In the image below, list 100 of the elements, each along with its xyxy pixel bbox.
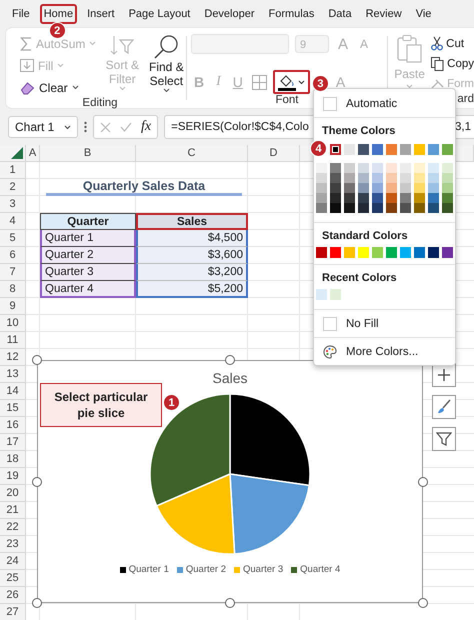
- color-swatch[interactable]: [442, 183, 453, 193]
- color-swatch[interactable]: [442, 163, 453, 173]
- color-swatch[interactable]: [414, 173, 425, 183]
- ribbon-small-button[interactable]: Clear: [18, 78, 98, 97]
- insert-function-button[interactable]: fx: [141, 119, 152, 135]
- pie-slice[interactable]: [149, 393, 231, 507]
- fill-color-button[interactable]: [272, 70, 310, 94]
- formula-text[interactable]: =SERIES(Color!$C$4,Colo: [171, 121, 309, 133]
- row-header[interactable]: 20: [0, 485, 26, 502]
- color-swatch[interactable]: [344, 163, 355, 173]
- row-header[interactable]: 6: [0, 247, 26, 264]
- row-header[interactable]: 11: [0, 332, 26, 349]
- row-header[interactable]: 15: [0, 400, 26, 417]
- enter-icon[interactable]: [120, 122, 132, 132]
- menu-tab[interactable]: File: [8, 4, 34, 24]
- color-swatch[interactable]: [400, 203, 411, 213]
- column-header[interactable]: D: [248, 145, 300, 162]
- row-header[interactable]: 22: [0, 519, 26, 536]
- menu-tab[interactable]: Developer: [200, 4, 259, 24]
- color-swatch[interactable]: [414, 163, 425, 173]
- row-header[interactable]: 9: [0, 298, 26, 315]
- color-swatch[interactable]: [428, 163, 439, 173]
- color-swatch[interactable]: [400, 144, 411, 155]
- row-header[interactable]: 4: [0, 213, 26, 230]
- column-header[interactable]: B: [40, 145, 136, 162]
- row-header[interactable]: 2: [0, 179, 26, 196]
- color-swatch[interactable]: [316, 183, 327, 193]
- menu-tab[interactable]: Formulas: [264, 4, 318, 24]
- color-swatch[interactable]: [316, 289, 327, 300]
- color-swatch[interactable]: [414, 203, 425, 213]
- row-header[interactable]: 12: [0, 349, 26, 366]
- pie-slice[interactable]: [229, 393, 311, 486]
- row-header[interactable]: 23: [0, 536, 26, 553]
- color-swatch[interactable]: [414, 193, 425, 203]
- row-header[interactable]: 19: [0, 468, 26, 485]
- more-icon[interactable]: [84, 121, 87, 133]
- color-swatch[interactable]: [372, 203, 383, 213]
- color-swatch[interactable]: [386, 203, 397, 213]
- color-swatch[interactable]: [330, 247, 341, 258]
- color-swatch[interactable]: [372, 173, 383, 183]
- color-swatch[interactable]: [372, 247, 383, 258]
- formula-text[interactable]: 3,1: [455, 121, 471, 133]
- color-swatch[interactable]: [358, 173, 369, 183]
- row-header[interactable]: 5: [0, 230, 26, 247]
- color-swatch[interactable]: [428, 203, 439, 213]
- color-swatch[interactable]: [330, 193, 341, 203]
- color-swatch[interactable]: [358, 163, 369, 173]
- chart-styles-button[interactable]: [432, 395, 456, 419]
- color-swatch[interactable]: [428, 183, 439, 193]
- row-header[interactable]: 25: [0, 570, 26, 587]
- color-swatch[interactable]: [386, 144, 397, 155]
- color-swatch[interactable]: [330, 144, 341, 155]
- color-swatch[interactable]: [330, 183, 341, 193]
- color-swatch[interactable]: [372, 163, 383, 173]
- color-swatch[interactable]: [330, 289, 341, 300]
- color-swatch[interactable]: [442, 173, 453, 183]
- color-swatch[interactable]: [400, 163, 411, 173]
- color-swatch[interactable]: [428, 144, 439, 155]
- row-header[interactable]: 8: [0, 281, 26, 298]
- color-swatch[interactable]: [358, 247, 369, 258]
- row-header[interactable]: 17: [0, 434, 26, 451]
- color-swatch[interactable]: [344, 144, 355, 155]
- menu-item[interactable]: More Colors...: [314, 341, 455, 362]
- color-swatch[interactable]: [330, 163, 341, 173]
- color-swatch[interactable]: [400, 173, 411, 183]
- color-swatch[interactable]: [414, 144, 425, 155]
- menu-tab[interactable]: Page Layout: [124, 4, 194, 24]
- color-swatch[interactable]: [316, 173, 327, 183]
- color-swatch[interactable]: [330, 173, 341, 183]
- select-all-icon[interactable]: [11, 147, 23, 159]
- color-swatch[interactable]: [386, 173, 397, 183]
- row-header[interactable]: 10: [0, 315, 26, 332]
- row-header[interactable]: 13: [0, 366, 26, 383]
- row-header[interactable]: 24: [0, 553, 26, 570]
- row-header[interactable]: 14: [0, 383, 26, 400]
- color-swatch[interactable]: [358, 203, 369, 213]
- name-box[interactable]: Chart 1: [8, 116, 78, 138]
- row-header[interactable]: 18: [0, 451, 26, 468]
- color-swatch[interactable]: [372, 193, 383, 203]
- menu-item[interactable]: No Fill: [314, 313, 455, 334]
- menu-item[interactable]: Automatic: [314, 93, 455, 114]
- row-header[interactable]: 27: [0, 604, 26, 620]
- ribbon-small-button[interactable]: Cut: [431, 34, 474, 53]
- color-swatch[interactable]: [386, 193, 397, 203]
- cancel-icon[interactable]: [100, 122, 111, 132]
- color-swatch[interactable]: [316, 247, 327, 258]
- color-swatch[interactable]: [358, 183, 369, 193]
- color-swatch[interactable]: [414, 183, 425, 193]
- menu-tab[interactable]: Review: [362, 4, 406, 24]
- color-swatch[interactable]: [358, 144, 369, 155]
- column-header[interactable]: C: [136, 145, 248, 162]
- color-swatch[interactable]: [344, 247, 355, 258]
- row-header[interactable]: 26: [0, 587, 26, 604]
- color-swatch[interactable]: [344, 183, 355, 193]
- row-header[interactable]: 1: [0, 162, 26, 179]
- color-swatch[interactable]: [400, 193, 411, 203]
- color-swatch[interactable]: [316, 203, 327, 213]
- menu-tab[interactable]: Vie: [412, 4, 436, 24]
- row-header[interactable]: 16: [0, 417, 26, 434]
- color-swatch[interactable]: [316, 193, 327, 203]
